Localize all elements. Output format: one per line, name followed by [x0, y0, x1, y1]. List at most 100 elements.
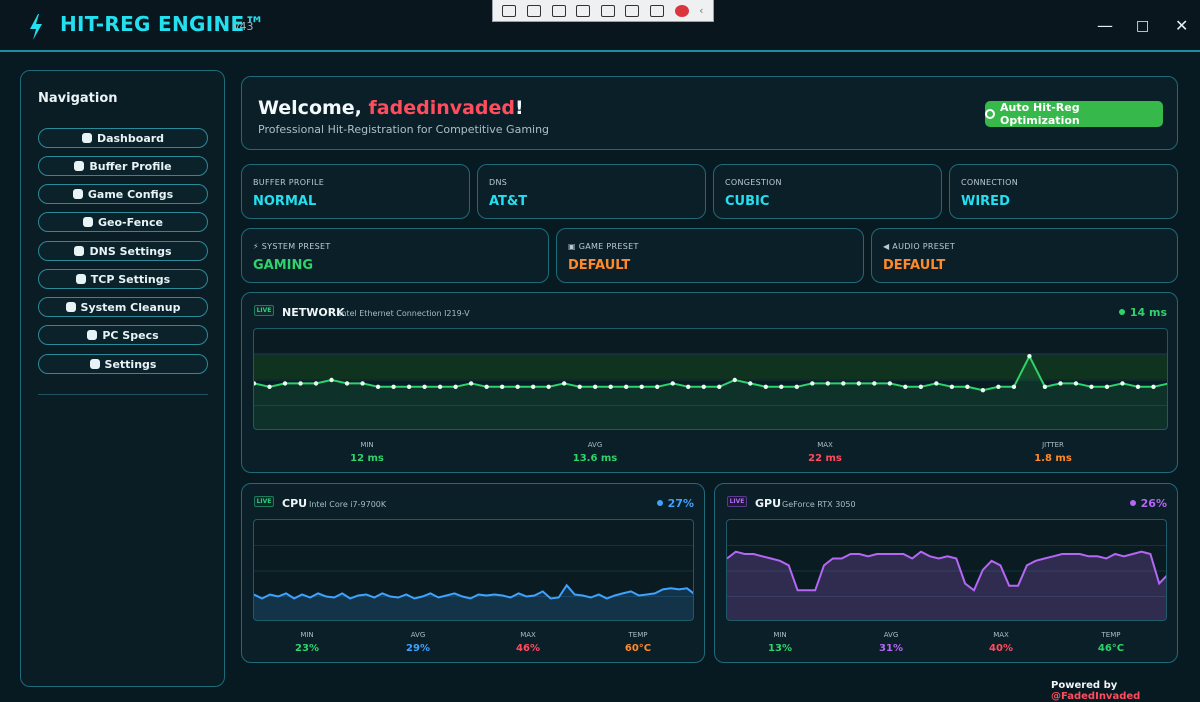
sidebar-item-geo-fence[interactable]: Geo-Fence	[38, 212, 208, 232]
minimize-button[interactable]: —	[1097, 16, 1113, 35]
data-point	[313, 381, 319, 386]
data-point	[903, 384, 908, 389]
game-preset-card: ▣ GAME PRESET DEFAULT	[556, 228, 864, 283]
data-point	[546, 384, 551, 389]
maximize-button[interactable]: □	[1136, 18, 1149, 34]
cpu-title: CPU	[282, 497, 308, 510]
nav-divider	[38, 394, 208, 395]
data-point	[965, 384, 970, 389]
gamepad-icon	[72, 189, 83, 199]
welcome-suffix: !	[515, 97, 524, 119]
network-panel: LIVE NETWORK Intel Ethernet Connection I…	[241, 292, 1178, 473]
cpu-avg: AVG 29%	[406, 631, 430, 654]
sidebar-item-system-cleanup[interactable]: System Cleanup	[38, 297, 208, 317]
data-point	[608, 384, 613, 389]
cpu-max: MAX 46%	[516, 631, 540, 654]
sidebar-item-label: PC Specs	[102, 328, 159, 342]
live-badge: LIVE	[727, 496, 747, 507]
stop-icon[interactable]	[674, 4, 689, 17]
buffer-profile-card: BUFFER PROFILE NORMAL	[241, 164, 470, 219]
audio-preset-card: ◀ AUDIO PRESET DEFAULT	[871, 228, 1178, 283]
data-point	[887, 381, 893, 386]
data-point	[980, 388, 986, 393]
sidebar-item-game-configs[interactable]: Game Configs	[38, 184, 208, 204]
welcome-greeting: Welcome,	[258, 97, 369, 119]
live-badge: LIVE	[254, 496, 274, 507]
gauge-icon	[74, 161, 85, 171]
sidebar-item-dashboard[interactable]: Dashboard	[38, 128, 208, 148]
sidebar-item-label: Game Configs	[87, 187, 174, 201]
stat-value: NORMAL	[253, 194, 317, 209]
pointer-icon[interactable]	[551, 4, 566, 17]
data-point	[732, 377, 737, 383]
bolt-icon	[30, 14, 42, 40]
collapse-icon[interactable]: ‹	[699, 4, 703, 17]
data-point	[717, 384, 722, 389]
gear-icon	[985, 109, 995, 119]
area-fill	[727, 551, 1166, 620]
data-point	[360, 381, 365, 386]
sidebar-item-label: Settings	[104, 357, 157, 371]
stat-label: ▣ GAME PRESET	[568, 242, 639, 251]
stat-value: AT&T	[489, 194, 528, 209]
capture-toolbar: ‹	[492, 0, 714, 22]
audio-icon[interactable]	[625, 4, 640, 17]
network-adapter: Intel Ethernet Connection I219-V	[339, 309, 470, 318]
auto-optimize-label: Auto Hit-Reg Optimization	[1000, 101, 1080, 127]
sidebar-item-buffer-profile[interactable]: Buffer Profile	[38, 156, 208, 176]
data-point	[655, 384, 660, 389]
sidebar-item-pc-specs[interactable]: PC Specs	[38, 325, 208, 345]
stat-label: CONGESTION	[725, 178, 782, 187]
data-point	[1073, 381, 1079, 386]
live-badge: LIVE	[254, 305, 274, 316]
gamepad-icon: ▣	[568, 242, 576, 251]
data-point	[810, 381, 815, 386]
gear-icon	[89, 359, 100, 369]
data-point	[422, 384, 427, 389]
author-link[interactable]: @FadedInvaded	[1051, 691, 1140, 702]
sidebar-item-settings[interactable]: Settings	[38, 354, 208, 374]
cpu-min: MIN 23%	[295, 631, 319, 654]
data-point	[499, 384, 505, 389]
gpu-title: GPU	[755, 497, 782, 510]
data-point	[624, 384, 629, 389]
data-point	[515, 384, 520, 389]
record-icon[interactable]	[526, 4, 541, 17]
stat-label: ⚡ SYSTEM PRESET	[253, 242, 331, 251]
data-point	[406, 384, 412, 389]
stat-value: CUBIC	[725, 194, 770, 209]
data-point	[794, 384, 799, 389]
snip-icon[interactable]	[502, 4, 517, 17]
data-point	[748, 381, 753, 386]
stat-value: WIRED	[961, 194, 1010, 209]
bolt-icon: ⚡	[253, 242, 259, 251]
data-point	[934, 381, 939, 386]
globe-icon	[83, 217, 94, 227]
data-point	[949, 384, 955, 389]
welcome-username: fadedinvaded	[368, 97, 516, 119]
auto-optimize-button[interactable]: Auto Hit-Reg Optimization	[985, 101, 1163, 127]
sidebar-item-dns-settings[interactable]: DNS Settings	[38, 241, 208, 261]
stat-label: DNS	[489, 178, 508, 187]
close-button[interactable]: ✕	[1175, 16, 1188, 35]
sidebar-item-tcp-settings[interactable]: TCP Settings	[38, 269, 208, 289]
stat-value: DEFAULT	[883, 258, 946, 273]
data-point	[825, 381, 831, 386]
data-point	[918, 384, 924, 389]
data-point	[872, 381, 877, 386]
nav-title: Navigation	[38, 91, 118, 106]
accessibility-icon[interactable]	[649, 4, 664, 17]
window-icon[interactable]	[600, 4, 615, 17]
region-icon[interactable]	[576, 4, 591, 17]
data-point	[267, 384, 272, 389]
gpu-chart	[727, 545, 1166, 620]
cpu-model: Intel Core i7-9700K	[309, 500, 387, 509]
data-point	[841, 381, 846, 386]
gpu-reading: 26%	[1129, 497, 1167, 510]
gpu-avg: AVG 31%	[879, 631, 903, 654]
data-point	[639, 384, 644, 389]
data-point	[701, 384, 706, 389]
data-point	[686, 384, 691, 389]
cpu-panel: LIVE CPU Intel Core i7-9700K 27% MIN 23% …	[241, 483, 705, 663]
network-min: MIN 12 ms	[350, 441, 384, 464]
